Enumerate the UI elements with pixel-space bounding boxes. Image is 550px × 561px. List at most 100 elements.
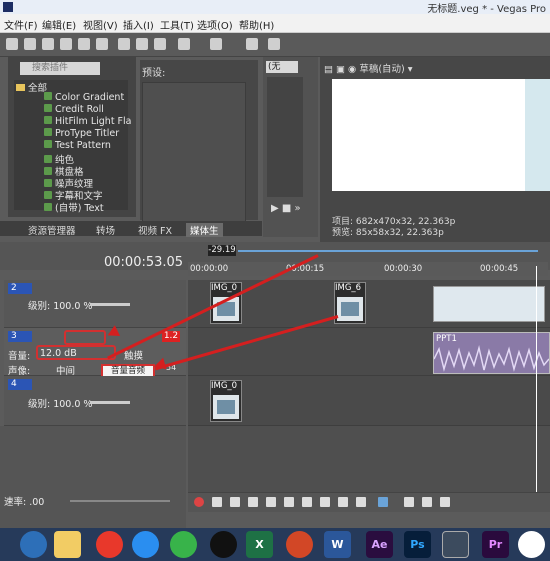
menu-edit[interactable]: 编辑(E)	[42, 17, 76, 32]
undo-icon[interactable]	[178, 38, 190, 50]
track-lane-2[interactable]: IMG_0 IMG_6	[188, 280, 550, 328]
stop-icon[interactable]	[284, 497, 294, 507]
menu-options[interactable]: 选项(O)	[197, 17, 233, 32]
audio-event[interactable]: PPT1	[433, 332, 550, 374]
timecode: 00:00:53.05	[104, 255, 184, 270]
vegas-icon[interactable]	[442, 531, 469, 558]
copy-icon[interactable]	[136, 38, 148, 50]
trimmer-view	[267, 77, 303, 197]
tree-item[interactable]: (自带) Text	[44, 200, 104, 214]
trimmer-play-icon[interactable]: ▶ ■ »	[271, 203, 301, 214]
k-icon[interactable]	[132, 531, 159, 558]
pause-icon[interactable]	[266, 497, 276, 507]
pan-value[interactable]: 中间	[56, 363, 75, 377]
track-header-4[interactable]: 4 级别: 100.0 %	[4, 376, 186, 426]
presets-label: 预设:	[142, 68, 166, 79]
prev-frame-icon[interactable]	[338, 497, 348, 507]
search-input[interactable]: 搜索插件	[20, 62, 100, 75]
dock-tabs: 资源管理器 转场 视频 FX 媒体生	[0, 221, 262, 237]
presets-list[interactable]	[142, 82, 246, 222]
photoshop-icon[interactable]: Ps	[404, 531, 431, 558]
track-number: 2	[8, 283, 32, 294]
clip[interactable]: IMG_0	[210, 380, 242, 422]
edit-tool-icon[interactable]	[378, 497, 388, 507]
render-icon[interactable]	[78, 38, 90, 50]
tree-item[interactable]: HitFilm Light Fla	[44, 116, 132, 127]
excel-icon[interactable]: X	[246, 531, 273, 558]
track-lane-4[interactable]: IMG_0	[188, 376, 550, 426]
marker-label[interactable]: -29.19	[208, 245, 236, 256]
tab-transitions[interactable]: 转场	[96, 223, 115, 237]
loop-region[interactable]	[238, 250, 538, 252]
next-frame-icon[interactable]	[356, 497, 366, 507]
preview-screen	[332, 79, 550, 191]
envelope-highlight	[64, 330, 106, 345]
video-event[interactable]	[433, 286, 545, 322]
paste-icon[interactable]	[154, 38, 166, 50]
track-number: 3	[8, 331, 32, 342]
video-preview: ▤ ▣ ◉ 草稿(自动) ▾ 项目: 682x470x32, 22.363p 预…	[320, 57, 550, 242]
plugin-icon	[44, 167, 52, 175]
snap-icon[interactable]	[246, 38, 258, 50]
taskbar: X W Ae Ps Pr	[0, 528, 550, 561]
tree-item[interactable]: ProType Titler	[44, 128, 119, 139]
menu-view[interactable]: 视图(V)	[83, 17, 118, 32]
menu-insert[interactable]: 插入(I)	[123, 17, 154, 32]
trimmer-select[interactable]: (无	[266, 61, 298, 73]
transport-bar	[188, 492, 550, 512]
tab-video-fx[interactable]: 视频 FX	[138, 223, 172, 237]
timeline-empty[interactable]	[188, 426, 550, 492]
preview-quality[interactable]: ▤ ▣ ◉ 草稿(自动) ▾	[324, 61, 413, 75]
new-icon[interactable]	[6, 38, 18, 50]
trim-icon[interactable]	[422, 497, 432, 507]
tree-item[interactable]: Test Pattern	[44, 140, 111, 151]
cut-icon[interactable]	[118, 38, 130, 50]
plugin-icon	[44, 155, 52, 163]
weibo-icon[interactable]	[96, 531, 123, 558]
tab-media-generators[interactable]: 媒体生	[186, 223, 223, 237]
save-as-icon[interactable]	[60, 38, 72, 50]
time-ruler[interactable]: 00:00:00 00:00:15 00:00:30 00:00:45	[188, 262, 548, 276]
word-icon[interactable]: W	[324, 531, 351, 558]
track-header-2[interactable]: 2 级别: 100.0 %	[4, 280, 186, 328]
clip-thumbnail	[213, 395, 239, 419]
browser-icon[interactable]	[20, 531, 47, 558]
tree-item[interactable]: Credit Roll	[44, 104, 104, 115]
powerpoint-icon[interactable]	[286, 531, 313, 558]
tree-item[interactable]: Color Gradient	[44, 92, 124, 103]
tree-item-all[interactable]: 全部	[16, 80, 47, 94]
go-end-icon[interactable]	[320, 497, 330, 507]
open-icon[interactable]	[24, 38, 36, 50]
menu-file[interactable]: 文件(F)	[4, 17, 38, 32]
go-start-icon[interactable]	[302, 497, 312, 507]
tool-icon[interactable]	[268, 38, 280, 50]
chrome-icon[interactable]	[518, 531, 545, 558]
premiere-icon[interactable]: Pr	[482, 531, 509, 558]
plugin-icon	[44, 92, 52, 100]
rate-slider[interactable]	[70, 500, 170, 502]
clip[interactable]: IMG_6	[334, 282, 366, 324]
clip-thumbnail	[337, 297, 363, 321]
aftereffects-icon[interactable]: Ae	[366, 531, 393, 558]
redo-icon[interactable]	[210, 38, 222, 50]
menu-help[interactable]: 帮助(H)	[239, 17, 274, 32]
loop-icon[interactable]	[212, 497, 222, 507]
folder-icon[interactable]	[54, 531, 81, 558]
track-lane-3[interactable]: PPT1	[188, 328, 550, 376]
playhead[interactable]	[536, 266, 537, 492]
qq-icon[interactable]	[210, 531, 237, 558]
track-number: 4	[8, 379, 32, 390]
wechat-icon[interactable]	[170, 531, 197, 558]
menu-tools[interactable]: 工具(T)	[160, 17, 194, 32]
play-from-start-icon[interactable]	[230, 497, 240, 507]
tab-explorer[interactable]: 资源管理器	[28, 223, 76, 237]
level-slider[interactable]	[90, 303, 130, 306]
level-slider[interactable]	[90, 401, 130, 404]
volume-label: 音量:	[8, 351, 31, 362]
delete-icon[interactable]	[404, 497, 414, 507]
play-icon[interactable]	[248, 497, 258, 507]
split-icon[interactable]	[440, 497, 450, 507]
record-icon[interactable]	[194, 497, 204, 507]
properties-icon[interactable]	[96, 38, 108, 50]
save-icon[interactable]	[42, 38, 54, 50]
